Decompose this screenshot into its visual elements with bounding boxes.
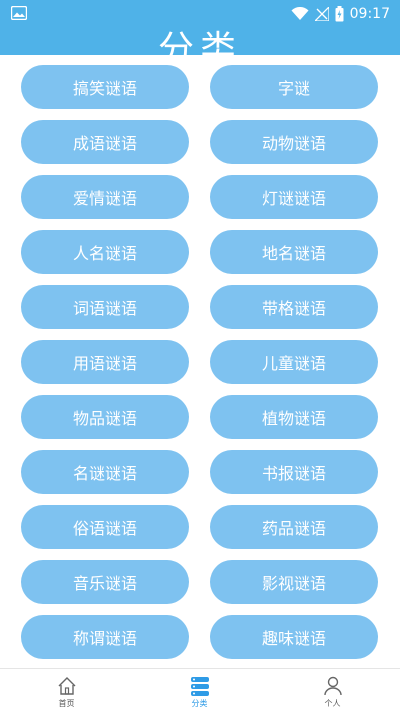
wifi-icon (291, 7, 309, 20)
category-button[interactable]: 物品谜语 (21, 395, 189, 439)
category-button[interactable]: 带格谜语 (210, 285, 378, 329)
page-title: 分类 (157, 29, 242, 56)
app-header: 分类 (0, 28, 400, 55)
category-button[interactable]: 书报谜语 (210, 450, 378, 494)
category-button[interactable]: 搞笑谜语 (21, 65, 189, 109)
category-button[interactable]: 地名谜语 (210, 230, 378, 274)
category-button[interactable]: 人名谜语 (21, 230, 189, 274)
category-button[interactable]: 称谓谜语 (21, 615, 189, 659)
category-button[interactable]: 音乐谜语 (21, 560, 189, 604)
category-button[interactable]: 儿童谜语 (210, 340, 378, 384)
nav-item-home[interactable]: 首页 (0, 669, 133, 711)
category-button[interactable]: 用语谜语 (21, 340, 189, 384)
nav-item-user[interactable]: 个人 (266, 669, 399, 711)
category-button[interactable]: 爱情谜语 (21, 175, 189, 219)
category-button[interactable]: 俗语谜语 (21, 505, 189, 549)
category-button[interactable]: 药品谜语 (210, 505, 378, 549)
category-button[interactable]: 动物谜语 (210, 120, 378, 164)
category-icon (190, 677, 209, 696)
nav-label-category: 分类 (191, 699, 208, 708)
signal-icon (314, 7, 329, 21)
image-icon (11, 6, 27, 20)
status-bar: 09:17 (0, 0, 400, 28)
category-button[interactable]: 名谜谜语 (21, 450, 189, 494)
category-button[interactable]: 词语谜语 (21, 285, 189, 329)
category-button[interactable]: 灯谜谜语 (210, 175, 378, 219)
category-button[interactable]: 影视谜语 (210, 560, 378, 604)
battery-charging-icon (335, 6, 344, 22)
status-time: 09:17 (349, 6, 390, 22)
category-button[interactable]: 植物谜语 (210, 395, 378, 439)
bottom-nav: 首页 分类 个人 (0, 668, 400, 711)
category-button[interactable]: 趣味谜语 (210, 615, 378, 659)
category-button[interactable]: 字谜 (210, 65, 378, 109)
home-icon (58, 677, 75, 695)
category-button[interactable]: 成语谜语 (21, 120, 189, 164)
nav-label-home: 首页 (58, 699, 75, 708)
nav-item-category[interactable]: 分类 (133, 669, 266, 711)
user-icon (323, 676, 342, 696)
nav-label-user: 个人 (324, 699, 341, 708)
